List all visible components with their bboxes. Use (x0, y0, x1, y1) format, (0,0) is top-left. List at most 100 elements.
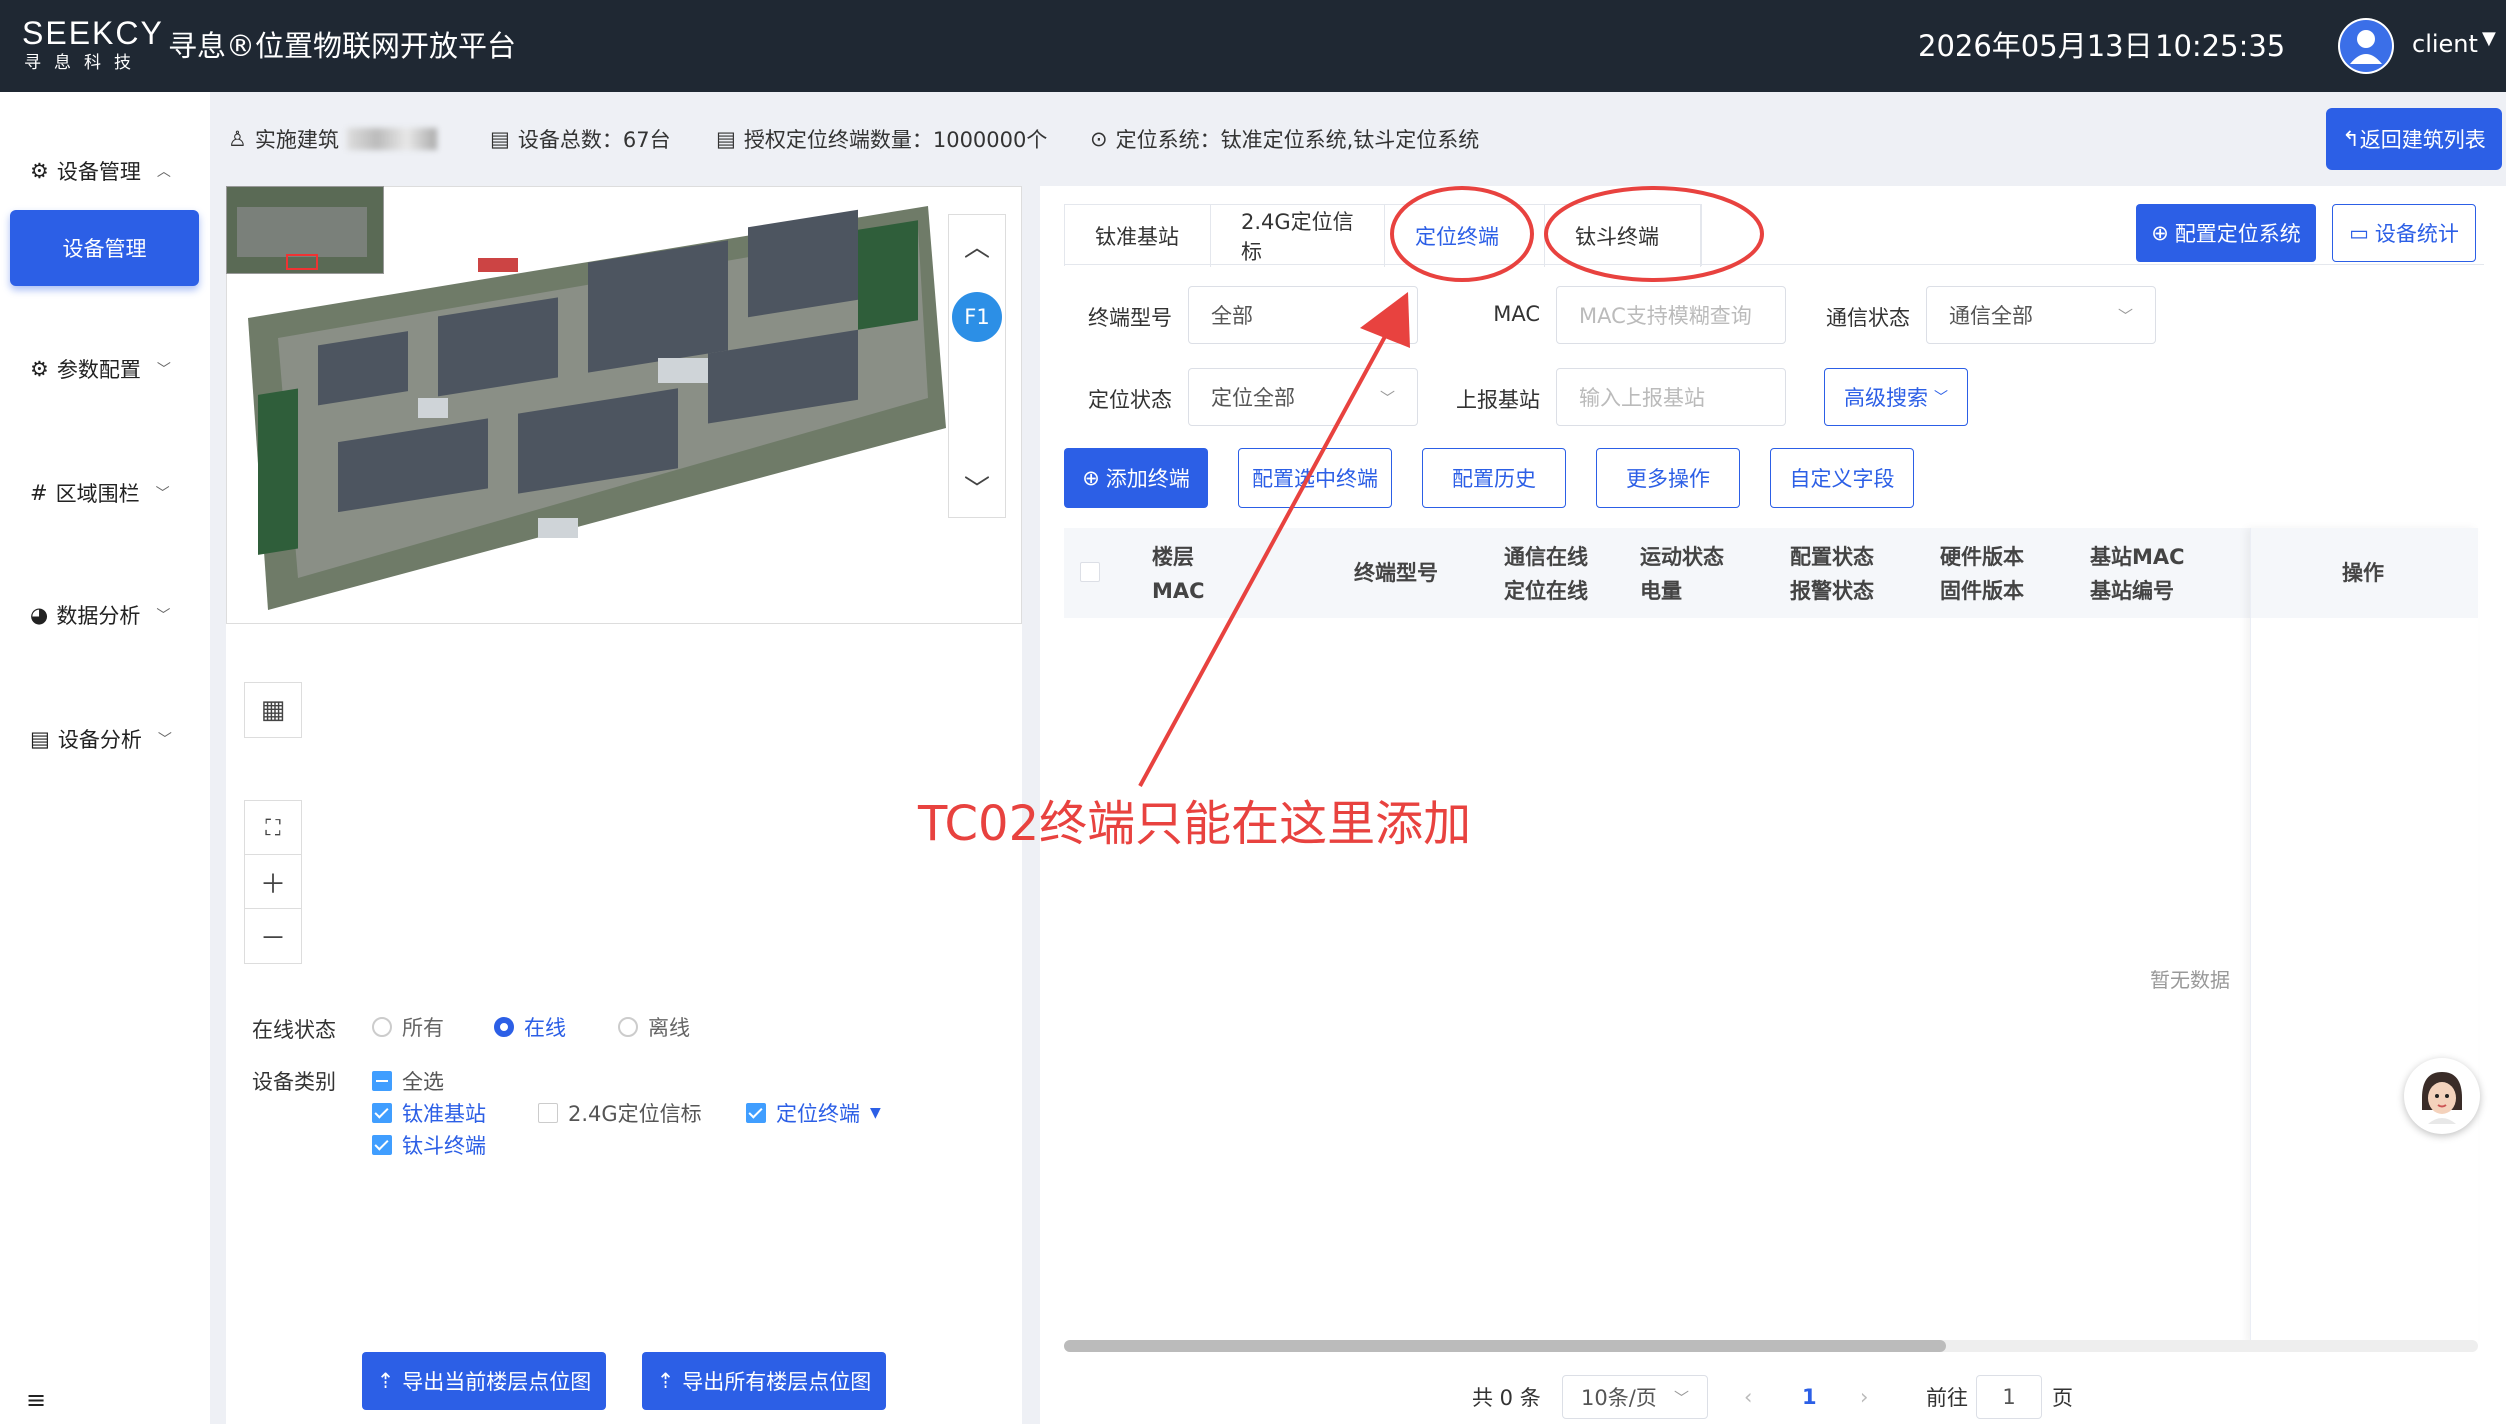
prev-page-button[interactable]: ‹ (1744, 1372, 1752, 1422)
column-header: MAC (1152, 579, 1205, 603)
checkbox-label: 2.4G定位信标 (568, 1102, 702, 1126)
positioning-system: 定位系统：钛准定位系统,钛斗定位系统 (1115, 128, 1480, 152)
select-value: 10条/页 (1581, 1386, 1657, 1410)
sidebar-item-fence[interactable]: # 区域围栏 ﹀ (30, 478, 170, 508)
back-button-label: 返回建筑列表 (2359, 128, 2486, 152)
operation-column (2250, 528, 2478, 1344)
device-chart-icon: ▤ (30, 727, 50, 751)
fullscreen-button[interactable]: ⛶ (244, 800, 302, 856)
back-to-buildings-button[interactable]: ↰ 返回建筑列表 (2326, 108, 2502, 170)
export-all-floors-button[interactable]: ⇡ 导出所有楼层点位图 (642, 1352, 886, 1410)
sidebar-item-param-config[interactable]: ⚙ 参数配置 ﹀ (30, 354, 171, 384)
report-station-input[interactable]: 输入上报基站 (1556, 368, 1786, 426)
goto-label: 前往 (1926, 1386, 1968, 1410)
radio-label: 在线 (524, 1016, 566, 1040)
checkbox-select-all[interactable]: 全选 (372, 1066, 444, 1096)
chevron-down-icon: ﹀ (2117, 306, 2133, 325)
column-header: 基站编号 (2090, 579, 2174, 603)
goto-page-input[interactable]: 1 (1976, 1375, 2042, 1419)
advanced-search-button[interactable]: 高级搜索 ﹀ (1824, 368, 1968, 426)
tab-beacon[interactable]: 2.4G定位信标 (1211, 205, 1385, 267)
tab-terminal[interactable]: 定位终端 (1385, 205, 1545, 267)
grid-fence-icon: # (30, 481, 48, 505)
page-number[interactable]: 1 (1802, 1372, 1817, 1422)
minus-icon: － (259, 923, 286, 954)
page-suffix: 页 (2052, 1386, 2073, 1410)
report-station-label: 上报基站 (1456, 388, 1540, 412)
assistant-avatar[interactable] (2404, 1058, 2480, 1134)
plus-icon: ＋ (259, 869, 286, 900)
checkbox-base-station[interactable]: 钛准基站 (372, 1098, 486, 1128)
sidebar-item-device-management[interactable]: ⚙ 设备管理 ︿ (30, 156, 171, 186)
license-icon: ▤ (716, 127, 736, 151)
config-selected-button[interactable]: 配置选中终端 (1238, 448, 1392, 508)
chevron-down-icon[interactable]: ﹀ (949, 457, 1005, 517)
custom-fields-button[interactable]: 自定义字段 (1770, 448, 1914, 508)
select-value: 定位全部 (1211, 386, 1295, 410)
positioning-system-info: ⊙ 定位系统：钛准定位系统,钛斗定位系统 (1090, 124, 1479, 154)
sidebar-item-device-analysis[interactable]: ▤ 设备分析 ﹀ (30, 724, 172, 754)
device-total-info: ▤ 设备总数：67台 (490, 124, 671, 154)
zoom-in-button[interactable]: ＋ (244, 854, 302, 910)
more-actions-button[interactable]: 更多操作 (1596, 448, 1740, 508)
chevron-down-icon: ﹀ (156, 362, 171, 378)
tabs-divider (1064, 264, 2484, 265)
next-page-button[interactable]: › (1860, 1372, 1868, 1422)
column-header: 定位在线 (1504, 579, 1588, 603)
building-icon: ♙ (228, 127, 247, 151)
model-select[interactable]: 全部 (1188, 286, 1418, 344)
pos-status-select[interactable]: 定位全部 ﹀ (1188, 368, 1418, 426)
pos-status-label: 定位状态 (1088, 388, 1172, 412)
chevron-up-icon[interactable]: ︿ (949, 215, 1005, 275)
radio-circle (372, 1017, 392, 1037)
tab-base-station[interactable]: 钛准基站 (1065, 205, 1211, 267)
tab-tidou-terminal[interactable]: 钛斗终端 (1545, 205, 1701, 267)
header-date: 2026年05月13日 (1918, 29, 2153, 63)
device-stats-button[interactable]: ▭ 设备统计 (2332, 204, 2476, 262)
fullscreen-icon: ⛶ (265, 815, 281, 841)
location-pin-icon: ⊙ (1090, 127, 1108, 151)
checkbox-tidou-terminal[interactable]: 钛斗终端 (372, 1130, 486, 1160)
chevron-down-icon: ﹀ (1379, 388, 1395, 407)
mac-input[interactable]: MAC支持模糊查询 (1556, 286, 1786, 344)
select-value: 通信全部 (1949, 304, 2033, 328)
horizontal-scrollbar-thumb[interactable] (1064, 1340, 1946, 1352)
config-system-button[interactable]: ⊕ 配置定位系统 (2136, 204, 2316, 262)
comm-status-select[interactable]: 通信全部 ﹀ (1926, 286, 2156, 344)
device-category-label: 设备类别 (252, 1066, 336, 1096)
col-station: 基站MAC 基站编号 (2090, 540, 2185, 608)
export-label: 导出所有楼层点位图 (682, 1370, 872, 1394)
minimap[interactable] (226, 186, 384, 274)
radio-all[interactable]: 所有 (372, 1012, 444, 1042)
col-config-alarm: 配置状态 报警状态 (1790, 540, 1874, 608)
select-value: 全部 (1211, 304, 1253, 328)
checkbox-label: 定位终端 (776, 1102, 860, 1126)
gears-icon: ⚙ (30, 357, 49, 381)
add-terminal-button[interactable]: ⊕ 添加终端 (1064, 448, 1208, 508)
column-header: 运动状态 (1640, 545, 1724, 569)
username[interactable]: client (2412, 30, 2478, 58)
user-avatar[interactable] (2338, 18, 2394, 74)
comm-status-label: 通信状态 (1826, 306, 1910, 330)
page-size-select[interactable]: 10条/页 ﹀ (1562, 1375, 1708, 1419)
caret-down-icon[interactable]: ▼ (2482, 28, 2496, 49)
checkbox-terminal[interactable]: 定位终端 ▼ (746, 1098, 881, 1128)
radio-offline[interactable]: 离线 (618, 1012, 690, 1042)
caret-down-icon[interactable]: ▼ (870, 1105, 881, 1121)
column-header: 操作 (2342, 561, 2384, 585)
company-logo: SEEKCY 寻息科技 (22, 14, 162, 78)
checkbox-beacon[interactable]: 2.4G定位信标 (538, 1098, 702, 1128)
menu-collapse-icon[interactable]: ≡ (26, 1386, 46, 1414)
export-current-floor-button[interactable]: ⇡ 导出当前楼层点位图 (362, 1352, 606, 1410)
sidebar-item-data-analysis[interactable]: ◕ 数据分析 ﹀ (30, 600, 170, 630)
sidebar-subitem-device-management[interactable]: 设备管理 (10, 210, 199, 286)
document-icon: ▤ (490, 127, 510, 151)
radio-online[interactable]: 在线 (494, 1012, 566, 1042)
select-all-checkbox[interactable] (1080, 562, 1100, 582)
floor-button[interactable]: F1 (952, 292, 1002, 342)
config-history-button[interactable]: 配置历史 (1422, 448, 1566, 508)
zoom-out-button[interactable]: － (244, 908, 302, 964)
grid-view-button[interactable]: ▦ (244, 682, 302, 738)
mac-label: MAC (1493, 302, 1540, 326)
upload-icon: ⇡ (376, 1369, 395, 1393)
